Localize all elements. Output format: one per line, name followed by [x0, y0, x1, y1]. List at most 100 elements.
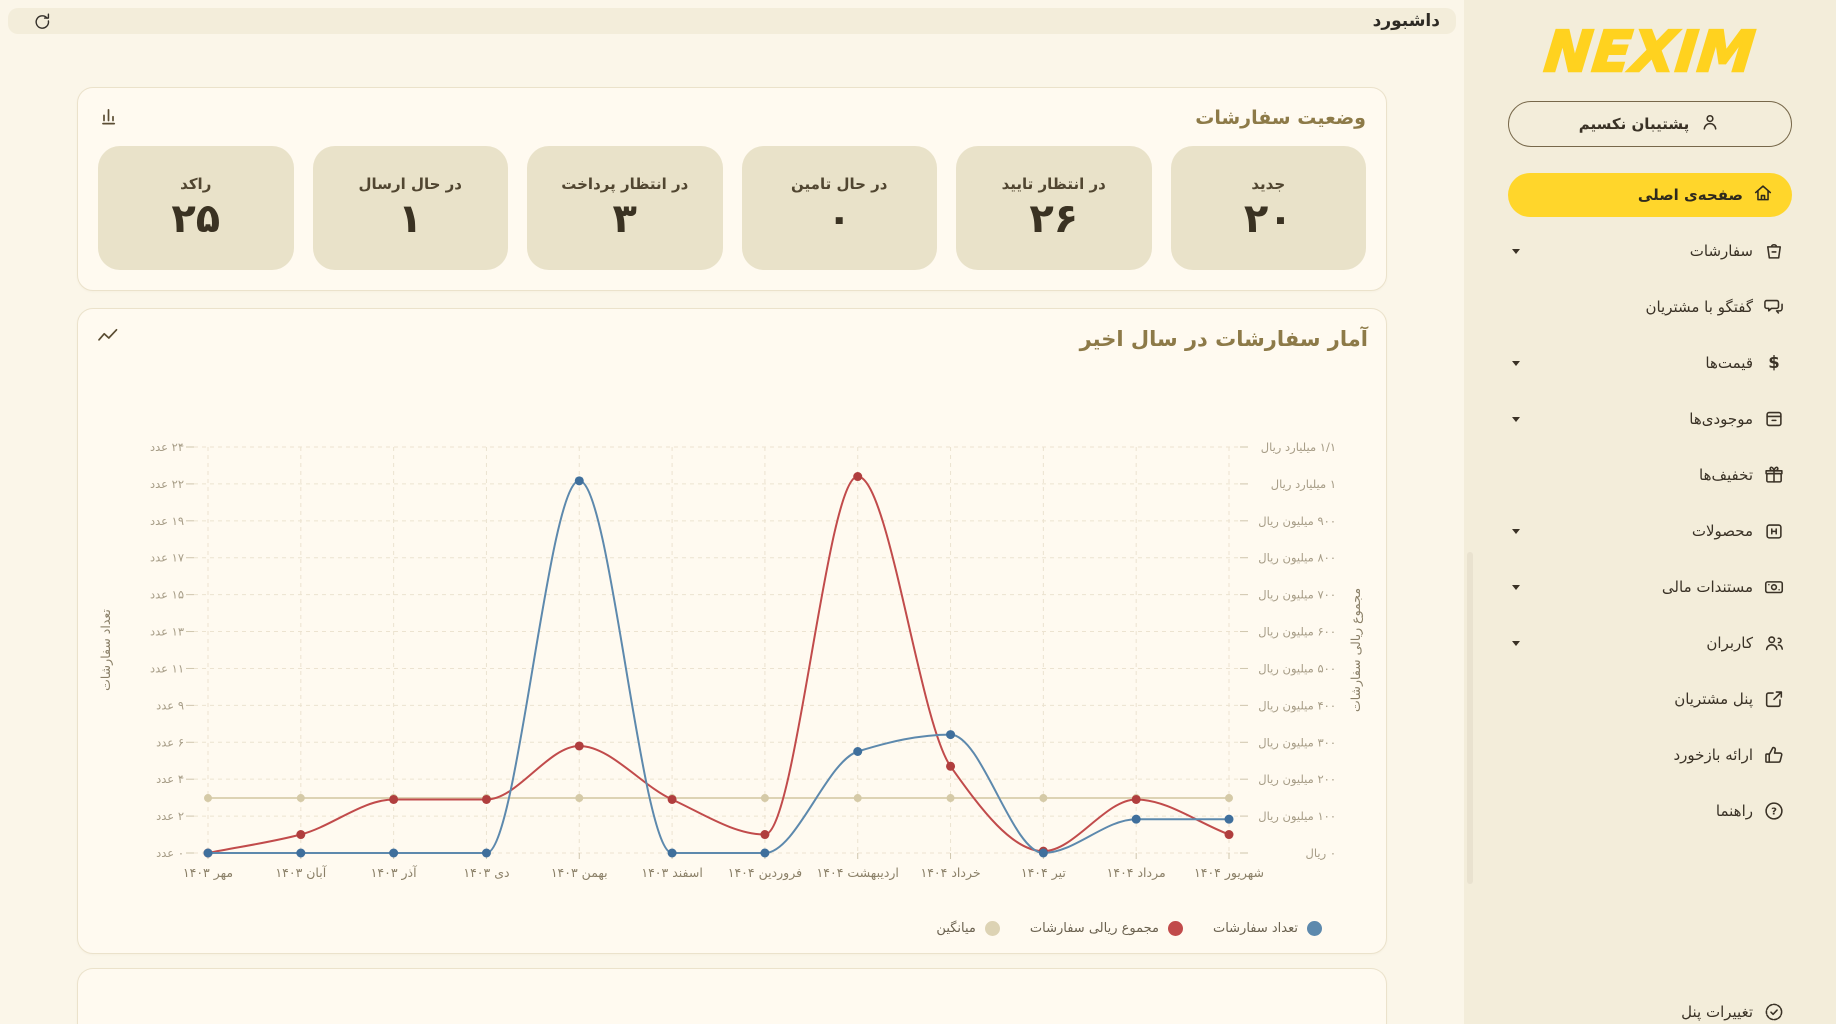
sidebar-item-panel-changes[interactable]: تغییرات پنل	[1508, 984, 1792, 1024]
sidebar-item-users[interactable]: کاربران	[1508, 615, 1792, 671]
status-tile-supplying: در حال تامین ۰	[742, 146, 938, 270]
svg-text:۴ عدد: ۴ عدد	[156, 772, 184, 786]
sidebar-item-prices[interactable]: $ قیمت‌ها	[1508, 335, 1792, 391]
legend-dot-beige	[985, 921, 1000, 936]
status-tile-awaiting-payment: در انتظار پرداخت ۳	[527, 146, 723, 270]
topbar: داشبورد	[8, 8, 1456, 34]
status-tile-new: جدید ۲۰	[1171, 146, 1367, 270]
chevron-down-icon	[1512, 585, 1520, 594]
page-title: داشبورد	[1373, 11, 1440, 31]
financial-doc-icon	[1762, 575, 1786, 599]
sidebar-item-label: قیمت‌ها	[1705, 354, 1753, 372]
refresh-icon[interactable]	[28, 8, 54, 34]
sidebar-item-label: تخفیف‌ها	[1699, 466, 1753, 484]
sidebar-item-customer-panel[interactable]: پنل مشتریان	[1508, 671, 1792, 727]
bar-chart-icon	[98, 104, 122, 132]
status-tile-stagnant: راکد ۲۵	[98, 146, 294, 270]
svg-text:۲۲ عدد: ۲۲ عدد	[150, 477, 184, 491]
sidebar-item-home[interactable]: صفحه‌ی اصلی	[1508, 173, 1792, 217]
thumbs-up-icon	[1762, 743, 1786, 767]
status-tile-awaiting-approval: در انتظار تایید ۲۶	[956, 146, 1152, 270]
svg-text:مرداد ۱۴۰۴: مرداد ۱۴۰۴	[1107, 865, 1166, 881]
legend-item-rial-total[interactable]: مجموع ریالی سفارشات	[1030, 921, 1183, 936]
svg-text:۱۳ عدد: ۱۳ عدد	[150, 625, 184, 639]
svg-text:شهریور ۱۴۰۴: شهریور ۱۴۰۴	[1194, 865, 1264, 881]
chart-legend: تعداد سفارشات مجموع ریالی سفارشات میانگی…	[96, 913, 1368, 943]
svg-text:$: $	[1768, 353, 1779, 372]
basket-icon	[1762, 239, 1786, 263]
sidebar-nav: سفارشات گفتگو با مشتریان $ قیمت‌ها موجود…	[1508, 223, 1792, 839]
chevron-down-icon	[1512, 417, 1520, 426]
orders-chart-svg[interactable]: ۰ عدد۰ ریال۲ عدد۱۰۰ میلیون ریال۴ عدد۲۰۰ …	[98, 365, 1368, 913]
tile-value: ۱	[398, 197, 422, 241]
inventory-icon	[1762, 407, 1786, 431]
svg-text:دی ۱۴۰۳: دی ۱۴۰۳	[463, 865, 509, 880]
sidebar-item-label: موجودی‌ها	[1689, 410, 1753, 428]
svg-text:۰ ریال: ۰ ریال	[1306, 846, 1336, 861]
svg-text:۶ عدد: ۶ عدد	[156, 735, 184, 749]
sidebar-item-inventory[interactable]: موجودی‌ها	[1508, 391, 1792, 447]
next-card-partial	[77, 968, 1387, 1024]
products-icon	[1762, 519, 1786, 543]
person-icon	[1699, 111, 1721, 137]
sidebar-item-help[interactable]: ? راهنما	[1508, 783, 1792, 839]
legend-label: میانگین	[936, 921, 975, 936]
support-button[interactable]: پشتیبان نکسیم	[1508, 101, 1792, 147]
sidebar-scrollbar[interactable]	[1467, 552, 1473, 884]
orders-status-card: وضعیت سفارشات جدید ۲۰ در انتظار تایید ۲۶…	[77, 87, 1387, 291]
svg-text:بهمن ۱۴۰۳: بهمن ۱۴۰۳	[551, 865, 608, 881]
svg-text:۱۰۰ میلیون ریال: ۱۰۰ میلیون ریال	[1258, 809, 1336, 824]
sidebar-item-label: مستندات مالی	[1662, 578, 1753, 596]
svg-text:۸۰۰ میلیون ریال: ۸۰۰ میلیون ریال	[1258, 551, 1336, 566]
sidebar-item-label: راهنما	[1716, 802, 1753, 820]
svg-text:۷۰۰ میلیون ریال: ۷۰۰ میلیون ریال	[1258, 588, 1336, 603]
svg-text:۹ عدد: ۹ عدد	[156, 698, 184, 712]
chevron-down-icon	[1512, 361, 1520, 370]
legend-item-order-count[interactable]: تعداد سفارشات	[1213, 921, 1322, 936]
svg-text:۲ عدد: ۲ عدد	[156, 809, 184, 823]
legend-dot-blue	[1307, 921, 1322, 936]
svg-text:۲۴ عدد: ۲۴ عدد	[150, 440, 184, 454]
svg-text:۹۰۰ میلیون ریال: ۹۰۰ میلیون ریال	[1258, 514, 1336, 529]
svg-text:۱۹ عدد: ۱۹ عدد	[150, 514, 184, 528]
legend-label: تعداد سفارشات	[1213, 921, 1298, 936]
line-chart-icon	[96, 325, 120, 353]
sidebar-item-products[interactable]: محصولات	[1508, 503, 1792, 559]
svg-text:۰ عدد: ۰ عدد	[156, 846, 184, 860]
orders-chart-card: آمار سفارشات در سال اخیر ۰ عدد۰ ریال۲ عد…	[77, 308, 1387, 954]
legend-label: مجموع ریالی سفارشات	[1030, 921, 1159, 936]
legend-dot-red	[1168, 921, 1183, 936]
svg-text:۱ میلیارد ریال: ۱ میلیارد ریال	[1271, 477, 1336, 492]
sidebar-item-label: پنل مشتریان	[1674, 690, 1753, 708]
svg-text:مجموع ریالی سفارشات: مجموع ریالی سفارشات	[1348, 588, 1364, 712]
dollar-icon: $	[1762, 351, 1786, 375]
tile-label: در حال تامین	[791, 175, 887, 193]
external-link-icon	[1762, 687, 1786, 711]
svg-text:۱۱ عدد: ۱۱ عدد	[150, 661, 184, 675]
tile-label: در حال ارسال	[359, 175, 462, 193]
svg-text:مهر ۱۴۰۳: مهر ۱۴۰۳	[183, 865, 233, 881]
badge-check-icon	[1762, 1000, 1786, 1024]
sidebar-item-customer-chat[interactable]: گفتگو با مشتریان	[1508, 279, 1792, 335]
support-label: پشتیبان نکسیم	[1579, 115, 1689, 133]
legend-item-average[interactable]: میانگین	[936, 921, 999, 936]
tile-label: جدید	[1251, 175, 1285, 193]
svg-text:۶۰۰ میلیون ریال: ۶۰۰ میلیون ریال	[1258, 625, 1336, 640]
sidebar-item-label: ارائه بازخورد	[1674, 746, 1754, 764]
svg-text:۳۰۰ میلیون ریال: ۳۰۰ میلیون ریال	[1258, 735, 1336, 750]
svg-text:آذر ۱۴۰۳: آذر ۱۴۰۳	[371, 865, 417, 881]
tile-value: ۳	[613, 197, 637, 241]
sidebar-item-feedback[interactable]: ارائه بازخورد	[1508, 727, 1792, 783]
sidebar-item-discounts[interactable]: تخفیف‌ها	[1508, 447, 1792, 503]
nexim-logo[interactable]: NEXIM	[1505, 20, 1796, 85]
users-icon	[1762, 631, 1786, 655]
sidebar-item-orders[interactable]: سفارشات	[1508, 223, 1792, 279]
orders-status-title: وضعیت سفارشات	[1195, 107, 1366, 129]
tile-label: راکد	[180, 175, 211, 193]
gift-icon	[1762, 463, 1786, 487]
sidebar-item-financial-docs[interactable]: مستندات مالی	[1508, 559, 1792, 615]
chat-icon	[1762, 295, 1786, 319]
sidebar-item-label: گفتگو با مشتریان	[1645, 298, 1753, 316]
tile-value: ۲۶	[1029, 197, 1078, 241]
home-icon	[1752, 182, 1774, 208]
